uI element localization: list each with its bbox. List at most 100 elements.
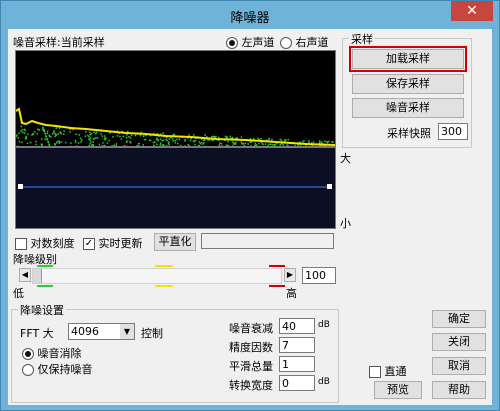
save-sample-button[interactable]: 保存采样	[352, 74, 464, 94]
spectrum-dot	[35, 140, 37, 143]
close-window-button[interactable]: ✕	[451, 1, 493, 21]
spectrum-dot	[26, 142, 29, 145]
reduction-level-slider[interactable]	[32, 265, 285, 287]
realtime-update-checkbox[interactable]: ✓ 实时更新	[83, 235, 143, 251]
level-increase-button[interactable]: ▶	[284, 268, 296, 282]
param-label-precision: 精度因数	[229, 341, 273, 354]
spectrum-dot	[271, 138, 273, 141]
spectrum-dot	[69, 131, 71, 133]
settings-group: 降噪设置 FFT 大 4096 ▼ 控制 噪音消除 仅保持噪音 噪音衰减 40 …	[11, 302, 339, 403]
spectrum-dot	[171, 138, 174, 140]
spectrum-dot	[98, 143, 101, 146]
sampling-group-title: 采样	[349, 31, 375, 47]
spectrum-dot	[243, 144, 245, 146]
param-input-transition[interactable]: 0	[279, 375, 315, 391]
spectrum-dot	[247, 143, 249, 145]
spectrum-dot	[120, 138, 123, 140]
spectrum-dot	[24, 129, 26, 132]
level-low-label: 低	[13, 287, 24, 300]
param-unit-transition: dB	[318, 377, 330, 387]
spectrum-dot	[119, 135, 121, 138]
level-decrease-button[interactable]: ◀	[19, 268, 31, 282]
spectrum-dot	[95, 137, 97, 139]
snapshot-label: 采样快照	[387, 127, 431, 140]
realtime-check-box[interactable]: ✓	[83, 238, 95, 250]
param-input-smoothing[interactable]: 1	[279, 356, 315, 372]
curve-right-handle[interactable]	[327, 184, 332, 189]
bypass-check-box[interactable]	[369, 366, 381, 378]
spectrum-dot	[59, 132, 62, 134]
spectrum-dot	[324, 140, 326, 142]
spectrum-dot	[106, 142, 109, 144]
spectrum-dot	[17, 137, 20, 139]
spectrum-dot	[91, 144, 93, 146]
left-channel-radio[interactable]: 左声道	[226, 34, 275, 50]
spectrum-dot	[51, 133, 54, 135]
spectrum-dot	[254, 144, 256, 146]
noise-remove-radio[interactable]: 噪音消除	[22, 345, 82, 361]
right-channel-radio-dot[interactable]	[280, 37, 292, 49]
curve-graph	[18, 184, 332, 189]
noise-remove-radio-dot[interactable]	[22, 348, 34, 360]
spectrum-dot	[46, 132, 49, 135]
bypass-checkbox[interactable]: 直通	[369, 363, 407, 379]
curve-left-handle[interactable]	[18, 184, 23, 189]
spectrum-dot	[89, 143, 91, 145]
spectrum-dot	[56, 140, 59, 143]
log-scale-check-box[interactable]	[15, 238, 27, 250]
chevron-down-icon[interactable]: ▼	[120, 324, 134, 339]
param-input-attenuation[interactable]: 40	[279, 318, 315, 334]
spectrum-dot	[225, 144, 228, 146]
spectrum-dot	[92, 145, 95, 146]
spectrum-dot	[80, 141, 82, 143]
keep-noise-radio-dot[interactable]	[22, 364, 34, 376]
param-input-precision[interactable]: 7	[279, 337, 315, 353]
spectrum-dot	[254, 142, 256, 145]
left-channel-radio-dot[interactable]	[226, 37, 238, 49]
snapshot-input[interactable]: 300	[438, 123, 468, 140]
help-button[interactable]: 帮助	[432, 381, 486, 399]
noise-sample-button[interactable]: 噪音采样	[352, 98, 464, 118]
spectrum-dot	[90, 133, 93, 135]
flatten-button[interactable]: 平直化	[154, 233, 196, 251]
slider-thumb[interactable]	[33, 269, 42, 283]
spectrum-dot	[95, 131, 98, 133]
load-sample-button[interactable]: 加载采样	[349, 46, 467, 72]
spectrum-dot	[264, 143, 267, 145]
spectrum-dot	[268, 143, 270, 146]
spectrum-dot	[43, 129, 46, 131]
spectrum-dot	[122, 135, 124, 138]
spectrum-dot	[25, 135, 27, 138]
spectrum-dot	[50, 136, 52, 138]
keep-noise-radio[interactable]: 仅保持噪音	[22, 361, 93, 377]
param-label-smoothing: 平滑总量	[229, 360, 273, 373]
fft-size-select[interactable]: 4096 ▼	[68, 323, 135, 340]
param-unit-attenuation: dB	[318, 320, 330, 330]
reduction-level-input[interactable]: 100	[302, 267, 336, 284]
spectrum-dot	[219, 142, 221, 144]
spectrum-dot	[48, 144, 51, 146]
spectrum-dot	[326, 141, 329, 144]
right-channel-label: 右声道	[295, 36, 329, 49]
spectrum-dot	[102, 142, 104, 144]
right-channel-radio[interactable]: 右声道	[280, 34, 329, 50]
noise-reduction-curve-panel[interactable]	[15, 147, 336, 229]
noise-remove-label: 噪音消除	[37, 347, 82, 360]
spectrum-dot	[166, 139, 168, 142]
spectrum-dot	[184, 140, 186, 142]
close-button[interactable]: 关闭	[432, 333, 486, 351]
dialog-client: 噪音采样:当前采样 左声道 右声道 大 小 对数刻度 ✓ 实时更新 平直化 降噪…	[8, 29, 492, 405]
low-marker-bottom	[37, 285, 53, 287]
preview-button[interactable]: 预览	[374, 381, 422, 399]
spectrum-dot	[41, 138, 43, 140]
log-scale-checkbox[interactable]: 对数刻度	[15, 235, 75, 251]
title-bar[interactable]: 降噪器 ✕	[1, 1, 499, 29]
spectrum-dot	[89, 137, 92, 139]
spectrum-dot	[81, 139, 83, 141]
ok-button[interactable]: 确定	[432, 310, 486, 328]
spectrum-dot	[101, 145, 103, 146]
spectrum-dot	[58, 142, 61, 144]
cancel-button[interactable]: 取消	[432, 357, 486, 375]
spectrum-dot	[271, 144, 274, 146]
spectrum-dot	[331, 140, 333, 143]
